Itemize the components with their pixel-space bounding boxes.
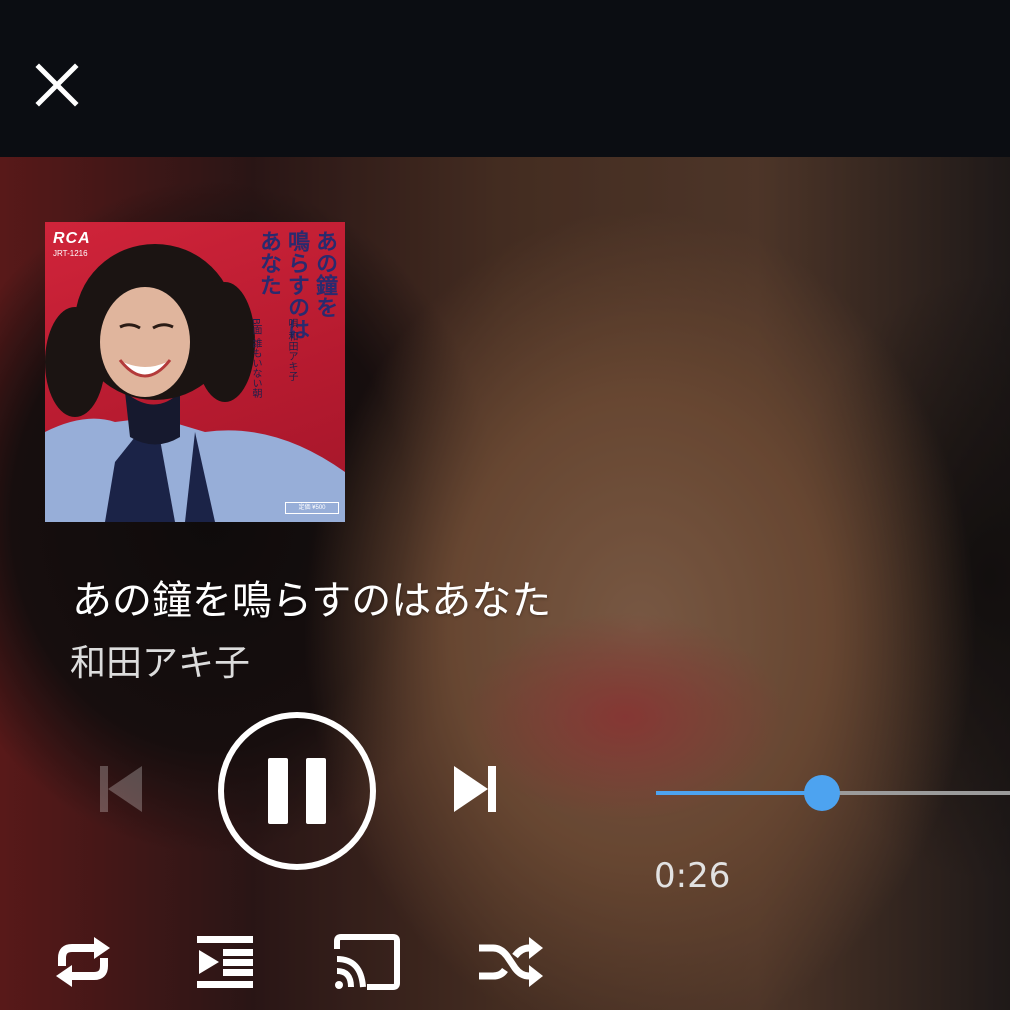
next-button[interactable] [446,760,504,818]
album-catalog-number: JRT-1216 [53,249,88,258]
cast-button[interactable] [328,930,404,994]
album-art: RCA JRT-1216 あの鐘を 鳴らすのは あなた 唄 和田アキ子 B面 誰… [45,222,345,522]
album-price-box: 定価 ¥500 [285,502,339,514]
skip-next-icon [454,766,496,812]
album-title-line-3: あなた [256,230,281,296]
shuffle-button[interactable] [472,930,548,994]
queue-button[interactable] [187,930,263,994]
player-screen: RCA JRT-1216 あの鐘を 鳴らすのは あなた 唄 和田アキ子 B面 誰… [0,0,1010,1010]
pause-icon [218,712,376,870]
elapsed-time: 0:26 [654,856,731,896]
artist-name: 和田アキ子 [70,643,251,684]
album-label: RCA [53,230,91,247]
seek-progress [656,791,823,795]
album-b-side-credit: B面 誰もいない朝 [250,318,261,399]
repeat-icon [56,937,110,987]
seek-bar[interactable] [656,770,1010,816]
album-artist-credit: 唄 和田アキ子 [286,318,297,382]
album-title-line-1: あの鐘を [312,230,337,318]
cast-icon [334,934,400,990]
previous-button[interactable] [92,760,150,818]
queue-icon [197,936,253,988]
seek-thumb[interactable] [804,775,841,811]
shuffle-icon [479,937,543,987]
repeat-button[interactable] [45,930,121,994]
play-pause-button[interactable] [216,710,378,872]
player-content: RCA JRT-1216 あの鐘を 鳴らすのは あなた 唄 和田アキ子 B面 誰… [0,0,1010,1010]
song-title: あの鐘を鳴らすのはあなた [72,578,552,624]
skip-previous-icon [100,766,142,812]
